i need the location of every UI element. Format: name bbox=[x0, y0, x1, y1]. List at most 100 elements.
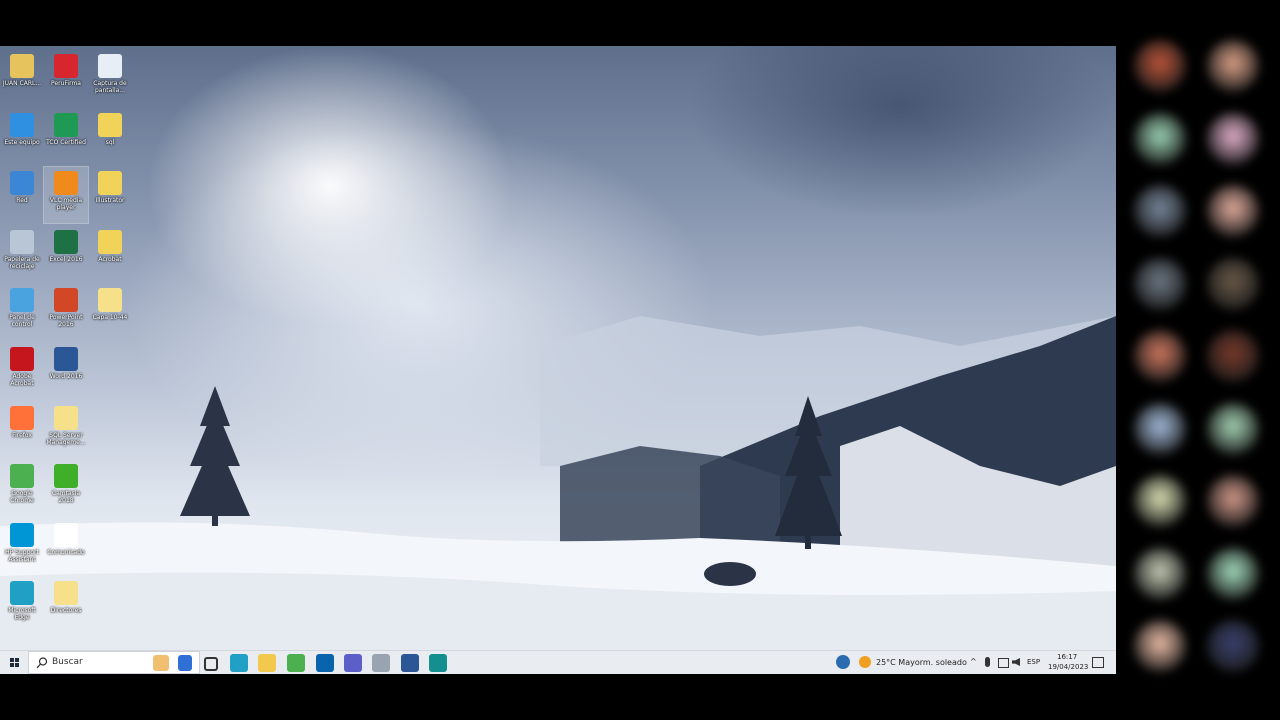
edge-icon bbox=[10, 581, 34, 606]
search-placeholder: Buscar bbox=[52, 657, 83, 667]
participant-avatar[interactable] bbox=[1134, 185, 1186, 237]
desktop-icon-label: Camtasia 2018 bbox=[51, 490, 81, 505]
clock-time[interactable]: 16:17 bbox=[1057, 653, 1077, 661]
notification-icon[interactable] bbox=[1092, 657, 1104, 668]
desktop-icon[interactable]: Firefox bbox=[0, 402, 44, 458]
participant-avatar[interactable] bbox=[1207, 257, 1259, 310]
folder-icon bbox=[98, 288, 122, 313]
file-explorer-icon[interactable] bbox=[258, 654, 276, 672]
desktop-icon[interactable]: sql bbox=[88, 109, 132, 165]
archive-icon bbox=[98, 229, 122, 254]
search-icon bbox=[36, 657, 48, 669]
chrome-icon bbox=[10, 464, 34, 489]
participant-avatar[interactable] bbox=[1134, 620, 1186, 672]
letterbox-bottom bbox=[0, 674, 1116, 720]
desktop-icon-label: TCO Certified bbox=[46, 138, 86, 146]
participant-avatar[interactable] bbox=[1134, 112, 1186, 165]
snipping-tool-icon[interactable] bbox=[372, 654, 390, 672]
desktop-icon-label: SQL Server Manageme... bbox=[46, 431, 86, 446]
teams-icon[interactable] bbox=[344, 654, 362, 672]
desktop-icon-label: Panel de control bbox=[9, 314, 35, 329]
participant-avatar[interactable] bbox=[1207, 402, 1259, 455]
desktop-icon[interactable]: Capa 10-44 bbox=[88, 284, 132, 340]
desktop-icon[interactable]: Comunicado bbox=[44, 519, 88, 575]
task-view-icon[interactable] bbox=[204, 657, 218, 671]
start-button[interactable] bbox=[6, 653, 24, 672]
participant-avatar[interactable] bbox=[1207, 620, 1259, 672]
desktop-icon-label: Red bbox=[16, 197, 28, 205]
desktop-icon[interactable]: Red bbox=[0, 167, 44, 223]
desktop-icon[interactable]: PowerPoint 2016 bbox=[44, 284, 88, 340]
desktop-icon[interactable]: Google Chrome bbox=[0, 460, 44, 516]
desktop-icon[interactable]: Papelera de reciclaje bbox=[0, 226, 44, 282]
desktop-icon[interactable]: HP Support Assistant bbox=[0, 519, 44, 575]
desktop-icon-label: Firefox bbox=[12, 431, 32, 439]
sway-icon[interactable] bbox=[429, 654, 447, 672]
desktop-icon[interactable]: Panel de control bbox=[0, 284, 44, 340]
desktop-icon[interactable]: PeruFirma bbox=[44, 50, 88, 106]
word-icon[interactable] bbox=[401, 654, 419, 672]
participant-avatar[interactable] bbox=[1207, 475, 1259, 527]
acrobat-icon bbox=[10, 347, 34, 371]
powerpoint-icon bbox=[54, 288, 78, 313]
participant-sidebar bbox=[1116, 30, 1280, 690]
edge-icon[interactable] bbox=[230, 654, 248, 672]
desktop-icon[interactable]: Acrobat bbox=[88, 226, 132, 282]
network-status-icon[interactable] bbox=[998, 658, 1009, 668]
clock-date[interactable]: 19/04/2023 bbox=[1048, 663, 1088, 671]
vlc-icon bbox=[54, 171, 78, 196]
desktop-icon-label: Google Chrome bbox=[10, 490, 34, 505]
chrome-icon[interactable] bbox=[287, 654, 305, 672]
microphone-icon[interactable] bbox=[985, 657, 990, 667]
letterbox-top bbox=[0, 0, 1116, 46]
participant-avatar[interactable] bbox=[1134, 475, 1186, 527]
participant-avatar[interactable] bbox=[1134, 330, 1186, 382]
participant-avatar[interactable] bbox=[1134, 547, 1186, 600]
desktop-icon-label: Este equipo bbox=[4, 138, 40, 146]
desktop-icon-label: Adobe Acrobat bbox=[10, 373, 34, 387]
desktop-icon[interactable]: Camtasia 2018 bbox=[44, 460, 88, 516]
desktop-icon-label: Capa 10-44 bbox=[92, 314, 128, 322]
desktop-icon[interactable]: Directores bbox=[44, 577, 88, 633]
desktop-icon-label: Captura de pantalla... bbox=[93, 80, 127, 94]
desktop-icon[interactable]: Excel 2016 bbox=[44, 226, 88, 282]
outlook-icon[interactable] bbox=[316, 654, 334, 672]
participant-avatar[interactable] bbox=[1207, 547, 1259, 600]
desktop-icon[interactable]: Este equipo bbox=[0, 109, 44, 165]
desktop-icon[interactable]: Illustrator bbox=[88, 167, 132, 223]
firefox-icon bbox=[10, 405, 34, 430]
desktop-icon[interactable]: Captura de pantalla... bbox=[88, 50, 132, 106]
desktop-icon-label: Excel 2016 bbox=[49, 255, 83, 263]
desktop-icon[interactable]: Adobe Acrobat bbox=[0, 343, 44, 399]
desktop-icon-label: JUAN CARL... bbox=[2, 80, 42, 87]
participant-avatar[interactable] bbox=[1134, 40, 1186, 92]
desktop-icon-label: VLC media player bbox=[49, 197, 83, 212]
desktop-icon[interactable]: Word 2016 bbox=[44, 343, 88, 399]
help-icon[interactable] bbox=[836, 655, 850, 669]
desktop-icon[interactable]: SQL Server Manageme... bbox=[44, 402, 88, 458]
participant-avatar[interactable] bbox=[1134, 402, 1186, 455]
volume-icon[interactable] bbox=[1012, 658, 1020, 666]
archive-icon bbox=[98, 112, 122, 137]
search-highlight-icon bbox=[153, 655, 169, 671]
language-indicator[interactable]: ESP bbox=[1027, 658, 1040, 666]
desktop-icon[interactable]: VLC media player bbox=[43, 166, 89, 225]
desktop-icon-label: PowerPoint 2016 bbox=[49, 314, 83, 329]
desktop-icon[interactable]: JUAN CARL... bbox=[0, 50, 44, 106]
participant-avatar[interactable] bbox=[1134, 257, 1186, 310]
rock bbox=[704, 562, 756, 586]
weather-text[interactable]: 25°C Mayorm. soleado bbox=[876, 658, 967, 667]
participant-avatar[interactable] bbox=[1207, 40, 1259, 92]
desktop[interactable]: JUAN CARL... PeruFirma Captura de pantalla… bbox=[0, 46, 1116, 650]
desktop-icon[interactable]: Microsoft Edge bbox=[0, 577, 44, 633]
folder-icon bbox=[54, 581, 78, 606]
participant-avatar[interactable] bbox=[1207, 330, 1259, 382]
taskbar: Buscar 25°C Mayorm. soleado ^ ESP 16:17 … bbox=[0, 650, 1116, 674]
participant-avatar[interactable] bbox=[1207, 185, 1259, 237]
user-folder-icon bbox=[10, 54, 34, 78]
chevron-up-icon[interactable]: ^ bbox=[970, 657, 977, 666]
desktop-icon-label: Papelera de reciclaje bbox=[4, 255, 40, 270]
participant-avatar[interactable] bbox=[1207, 112, 1259, 165]
desktop-icon[interactable]: TCO Certified bbox=[44, 109, 88, 165]
search-input[interactable]: Buscar bbox=[28, 651, 200, 674]
